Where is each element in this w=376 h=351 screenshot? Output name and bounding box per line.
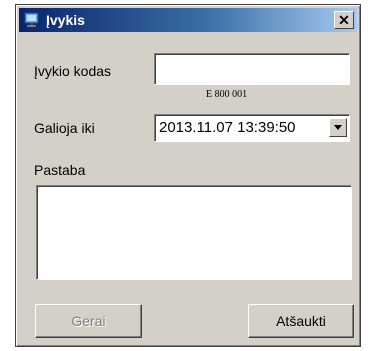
event-code-input[interactable] [154, 53, 350, 85]
dropdown-button[interactable] [329, 118, 347, 137]
close-icon: ✕ [338, 11, 350, 28]
valid-until-label: Galioja iki [34, 120, 95, 136]
valid-until-picker[interactable]: 2013.11.07 13:39:50 [154, 114, 350, 142]
dialog-window: Įvykis ✕ Įvykio kodas E 800 001 Galioja … [15, 4, 361, 347]
ok-button[interactable]: Gerai [35, 304, 142, 338]
event-code-hint: E 800 001 [206, 89, 248, 100]
note-label: Pastaba [34, 162, 86, 178]
window-title: Įvykis [46, 12, 85, 28]
monitor-icon [24, 12, 40, 28]
note-textarea[interactable] [36, 185, 352, 280]
chevron-down-icon [334, 125, 342, 130]
close-button[interactable]: ✕ [334, 11, 354, 29]
cancel-button[interactable]: Atšaukti [248, 304, 354, 338]
event-code-label: Įvykio kodas [34, 63, 112, 79]
valid-until-value[interactable]: 2013.11.07 13:39:50 [159, 119, 296, 136]
title-bar[interactable]: Įvykis ✕ [19, 8, 357, 32]
